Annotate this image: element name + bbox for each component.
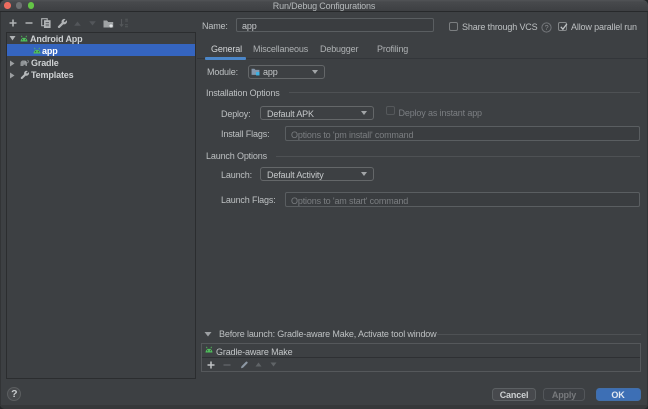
svg-text:?: ? — [545, 23, 549, 32]
